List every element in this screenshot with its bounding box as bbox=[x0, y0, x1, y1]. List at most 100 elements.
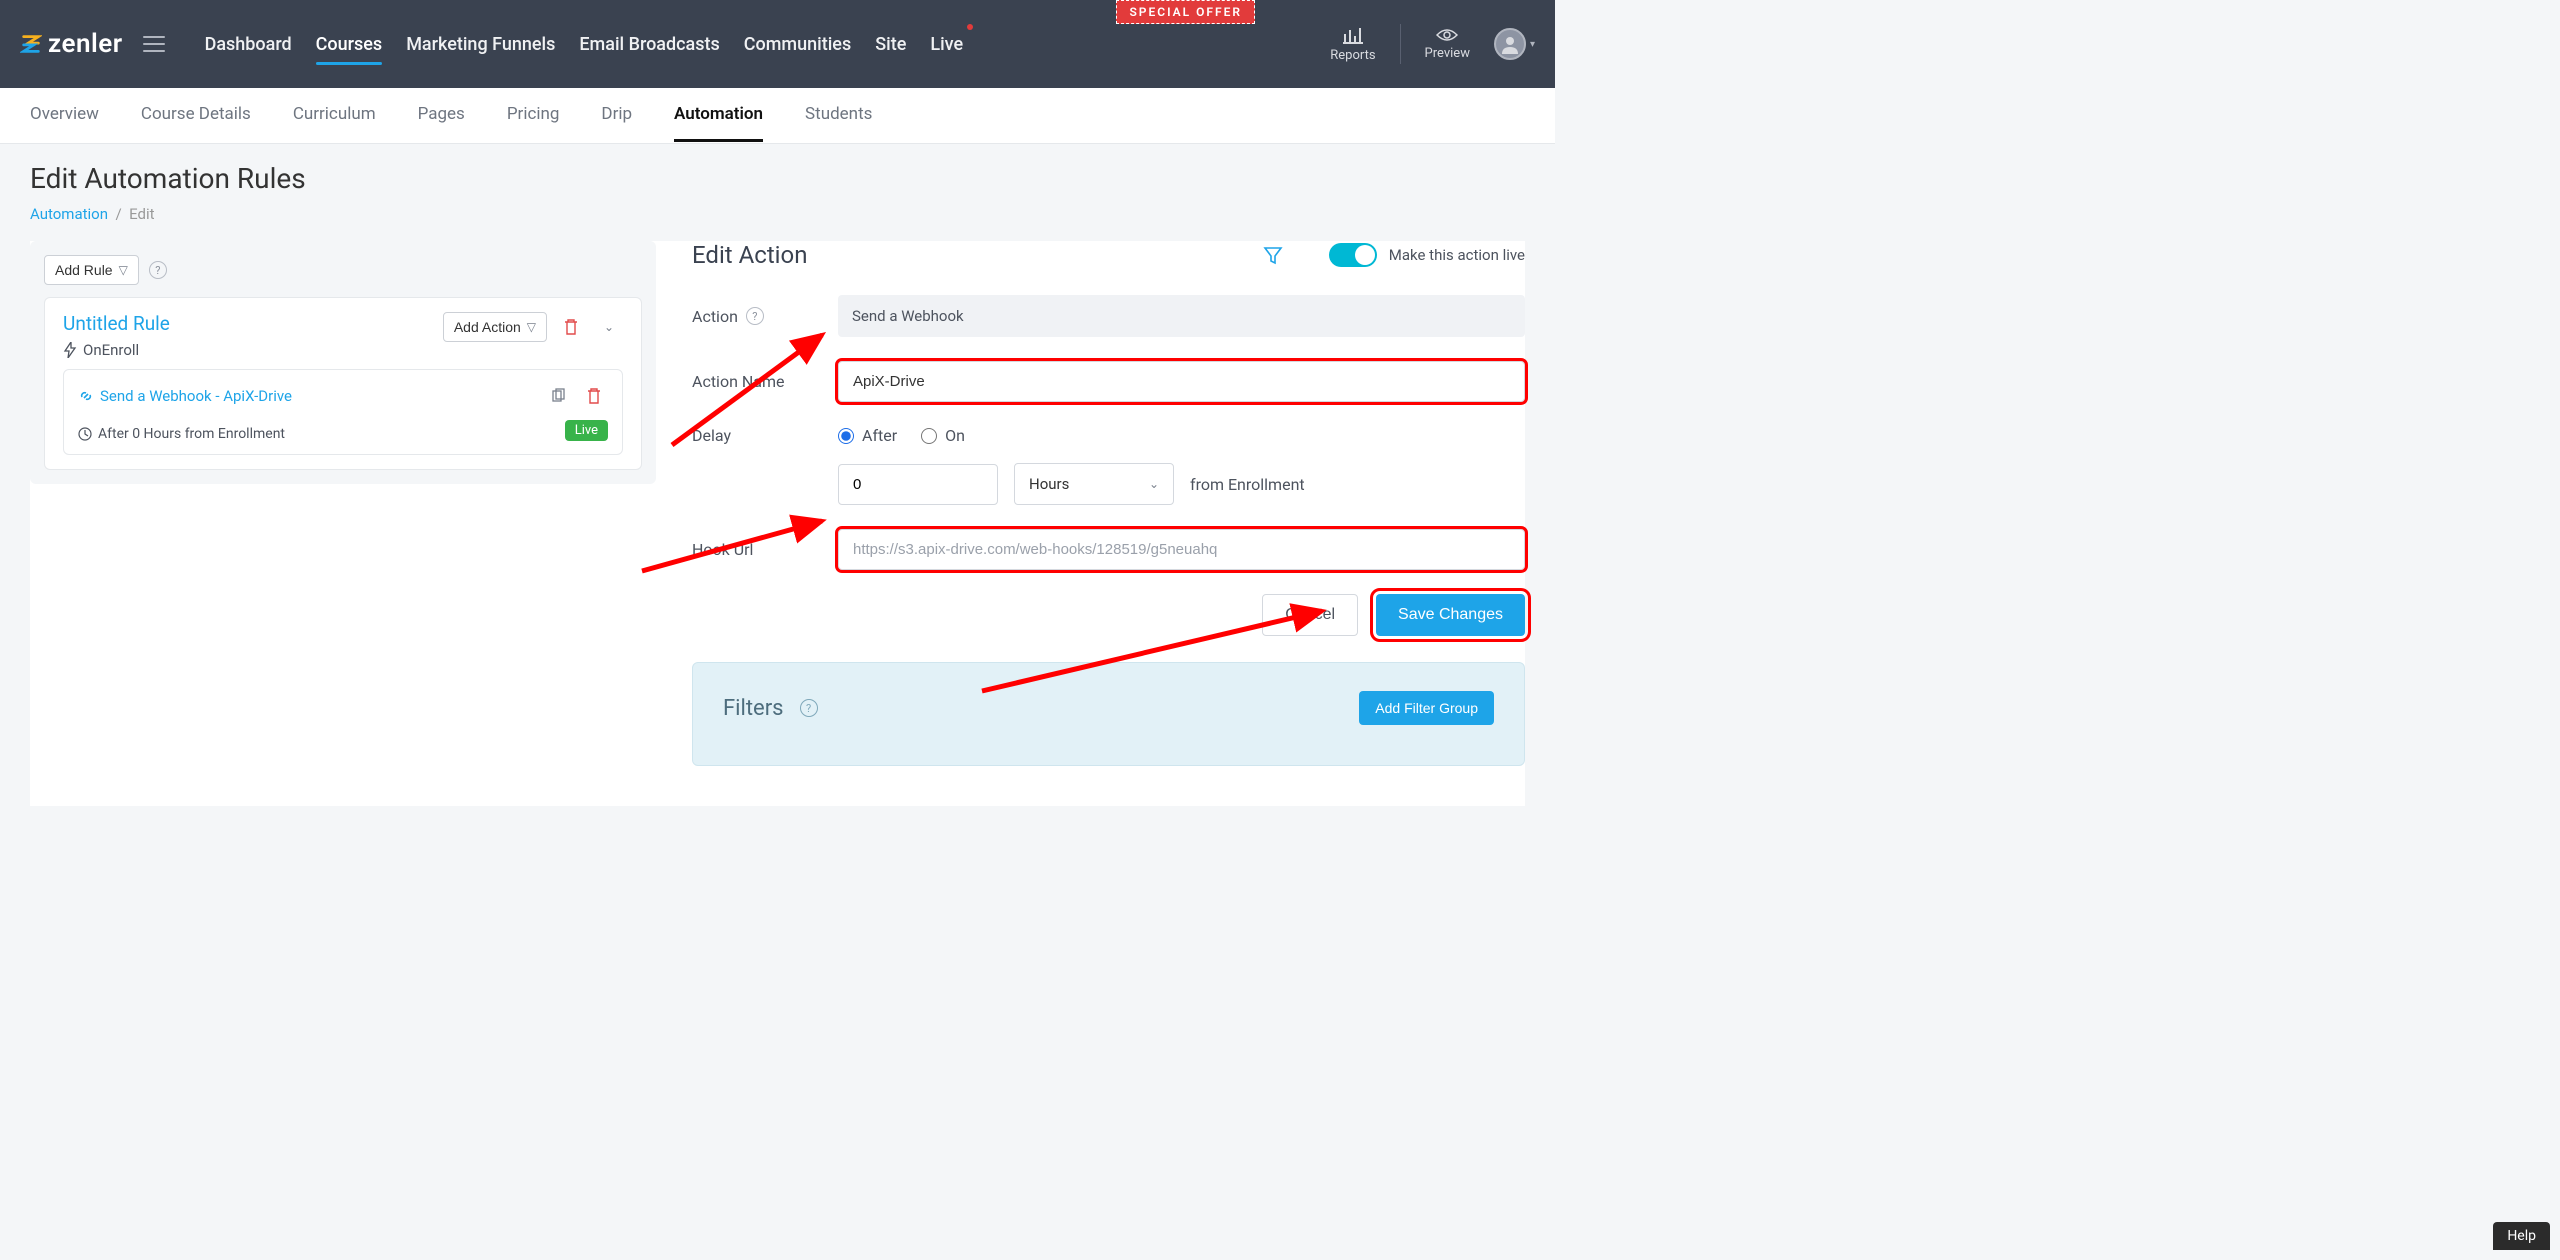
add-action-button[interactable]: Add Action ▽ bbox=[443, 312, 547, 342]
radio-after-input[interactable] bbox=[838, 428, 854, 444]
help-button[interactable]: Help bbox=[2493, 1222, 2550, 1250]
action-type-field[interactable]: Send a Webhook bbox=[838, 295, 1525, 337]
user-icon bbox=[1500, 34, 1520, 54]
trash-icon bbox=[563, 318, 579, 336]
chevron-down-icon: ⌄ bbox=[604, 320, 614, 334]
nav-marketing[interactable]: Marketing Funnels bbox=[406, 30, 555, 59]
collapse-rule-button[interactable]: ⌄ bbox=[595, 313, 623, 341]
add-rule-button[interactable]: Add Rule ▽ bbox=[44, 255, 139, 285]
rule-trigger: OnEnroll bbox=[63, 341, 170, 359]
save-changes-button[interactable]: Save Changes bbox=[1376, 594, 1525, 636]
form-buttons: Cancel Save Changes bbox=[692, 594, 1525, 636]
special-offer-badge[interactable]: SPECIAL OFFER bbox=[1116, 0, 1255, 24]
action-row[interactable]: Send a Webhook - ApiX-Drive bbox=[63, 369, 623, 455]
link-icon bbox=[78, 388, 94, 404]
funnel-icon bbox=[1263, 245, 1283, 265]
lightning-icon bbox=[63, 342, 77, 358]
hamburger-icon[interactable] bbox=[143, 36, 165, 52]
rule-title[interactable]: Untitled Rule bbox=[63, 312, 170, 335]
radio-on-label: On bbox=[945, 426, 965, 445]
page-title: Edit Automation Rules bbox=[30, 162, 1525, 195]
tab-course-details[interactable]: Course Details bbox=[141, 89, 251, 142]
reports-label: Reports bbox=[1330, 48, 1375, 63]
nav-live-label: Live bbox=[930, 34, 963, 55]
make-live-toggle: Make this action live bbox=[1329, 243, 1525, 267]
nav-live[interactable]: Live bbox=[930, 30, 963, 59]
copy-icon bbox=[550, 388, 566, 404]
copy-action-button[interactable] bbox=[544, 382, 572, 410]
topbar: SPECIAL OFFER zenler Dashboard Courses M… bbox=[0, 0, 1555, 88]
label-action: Action ? bbox=[692, 307, 838, 326]
clock-icon bbox=[78, 427, 92, 441]
tab-pages[interactable]: Pages bbox=[418, 89, 465, 142]
action-timing: After 0 Hours from Enrollment bbox=[78, 426, 285, 442]
radio-on[interactable]: On bbox=[921, 426, 965, 445]
toggle-knob bbox=[1355, 245, 1375, 265]
nav-dashboard[interactable]: Dashboard bbox=[205, 30, 292, 59]
rule-actions: Add Action ▽ ⌄ bbox=[443, 312, 623, 342]
help-icon[interactable]: ? bbox=[149, 261, 167, 279]
course-sub-tabs: Overview Course Details Curriculum Pages… bbox=[0, 88, 1555, 144]
delay-value-input[interactable] bbox=[838, 464, 998, 505]
edit-head: Edit Action Make this action live bbox=[692, 241, 1525, 269]
label-hook-url: Hook Url bbox=[692, 540, 838, 559]
breadcrumb-current: Edit bbox=[129, 205, 154, 223]
radio-on-input[interactable] bbox=[921, 428, 937, 444]
trash-icon bbox=[586, 387, 602, 405]
filters-title: Filters ? bbox=[723, 696, 818, 721]
help-icon[interactable]: ? bbox=[800, 699, 818, 717]
preview-button[interactable]: Preview bbox=[1425, 28, 1470, 61]
filter-icon-button[interactable] bbox=[1263, 245, 1283, 265]
label-action-name: Action Name bbox=[692, 372, 838, 391]
separator bbox=[1400, 24, 1401, 64]
toggle-switch[interactable] bbox=[1329, 243, 1377, 267]
cancel-button[interactable]: Cancel bbox=[1262, 594, 1358, 636]
nav-email[interactable]: Email Broadcasts bbox=[579, 30, 719, 59]
reports-button[interactable]: Reports bbox=[1330, 26, 1375, 63]
delay-radio-group: After On bbox=[838, 426, 1525, 445]
tab-students[interactable]: Students bbox=[805, 89, 872, 142]
nav-communities[interactable]: Communities bbox=[744, 30, 851, 59]
edit-action-title: Edit Action bbox=[692, 241, 807, 269]
topbar-right: Reports Preview ▾ bbox=[1330, 24, 1535, 64]
reports-icon bbox=[1343, 26, 1363, 44]
breadcrumb-automation[interactable]: Automation bbox=[30, 205, 108, 223]
rules-toolbar: Add Rule ▽ ? bbox=[44, 255, 642, 285]
rules-panel: Add Rule ▽ ? Untitled Rule OnEnroll bbox=[30, 241, 656, 484]
user-menu[interactable]: ▾ bbox=[1494, 28, 1535, 60]
add-action-label: Add Action bbox=[454, 319, 521, 335]
tab-overview[interactable]: Overview bbox=[30, 89, 99, 142]
help-icon[interactable]: ? bbox=[746, 307, 764, 325]
filters-panel: Filters ? Add Filter Group bbox=[692, 662, 1525, 766]
delay-unit-select[interactable]: Hours ⌄ bbox=[1014, 463, 1174, 505]
tab-curriculum[interactable]: Curriculum bbox=[293, 89, 376, 142]
breadcrumb-sep: / bbox=[115, 205, 121, 223]
action-label: Send a Webhook - ApiX-Drive bbox=[100, 387, 292, 405]
radio-after[interactable]: After bbox=[838, 426, 897, 445]
delete-rule-button[interactable] bbox=[557, 313, 585, 341]
preview-icon bbox=[1436, 28, 1458, 42]
action-row-icons bbox=[544, 382, 608, 410]
logo[interactable]: zenler bbox=[20, 29, 123, 59]
action-link: Send a Webhook - ApiX-Drive bbox=[78, 387, 292, 405]
edit-action-column: Edit Action Make this action live Action… bbox=[692, 241, 1525, 806]
delete-action-button[interactable] bbox=[580, 382, 608, 410]
chevron-down-icon: ⌄ bbox=[1149, 477, 1159, 491]
rule-head: Untitled Rule OnEnroll Add Action ▽ bbox=[63, 312, 623, 359]
logo-text: zenler bbox=[48, 29, 123, 59]
rule-trigger-label: OnEnroll bbox=[83, 341, 139, 359]
nav-site[interactable]: Site bbox=[875, 30, 906, 59]
avatar bbox=[1494, 28, 1526, 60]
tab-drip[interactable]: Drip bbox=[601, 89, 632, 142]
hook-url-input[interactable] bbox=[838, 529, 1525, 570]
label-delay: Delay bbox=[692, 426, 838, 445]
action-name-input[interactable] bbox=[838, 361, 1525, 402]
add-filter-group-button[interactable]: Add Filter Group bbox=[1359, 691, 1494, 725]
nav-courses[interactable]: Courses bbox=[316, 30, 383, 59]
from-enrollment-text: from Enrollment bbox=[1190, 475, 1305, 494]
delay-unit-label: Hours bbox=[1029, 475, 1069, 493]
tab-automation[interactable]: Automation bbox=[674, 89, 763, 142]
add-rule-label: Add Rule bbox=[55, 262, 113, 278]
tab-pricing[interactable]: Pricing bbox=[507, 89, 560, 142]
page: Edit Automation Rules Automation / Edit … bbox=[0, 144, 1555, 824]
